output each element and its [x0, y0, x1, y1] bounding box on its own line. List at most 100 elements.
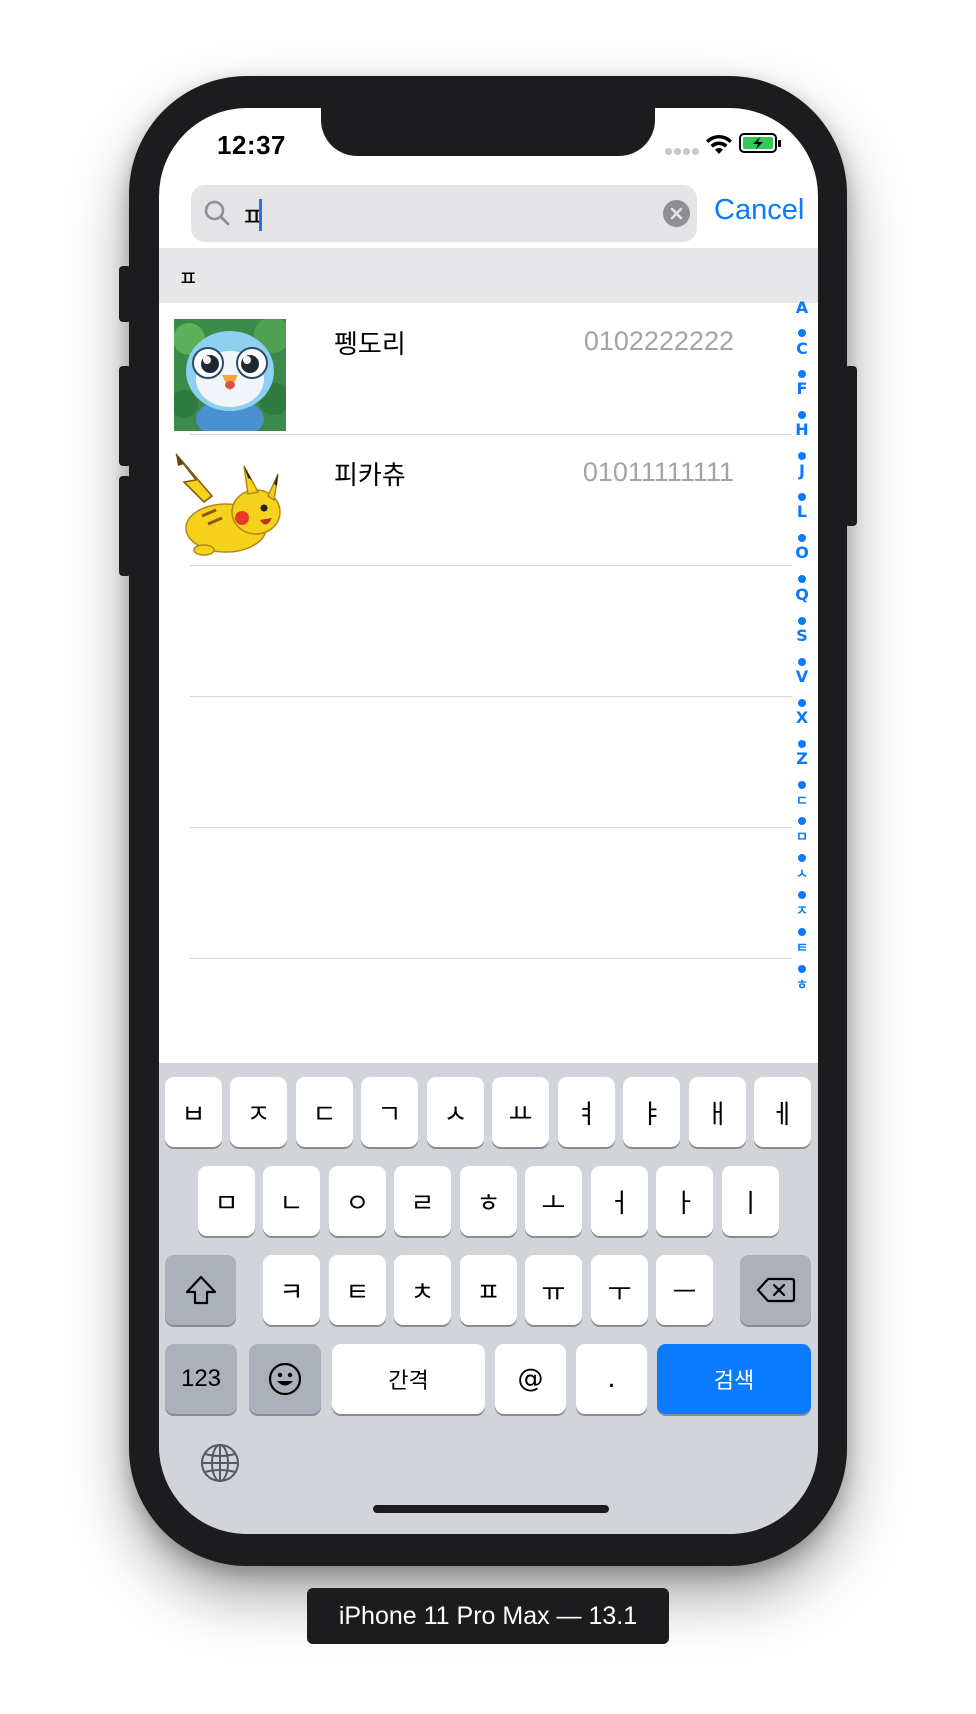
- key[interactable]: ㅈ: [230, 1077, 287, 1147]
- index-letter[interactable]: ㅎ: [791, 974, 813, 993]
- globe-icon[interactable]: [199, 1442, 241, 1484]
- index-dot: [798, 452, 806, 460]
- key[interactable]: ㅎ: [460, 1166, 517, 1236]
- table-row[interactable]: 펭도리 0102222222: [159, 304, 789, 434]
- contact-phone: 01011111111: [582, 457, 734, 487]
- key[interactable]: ㅇ: [329, 1166, 386, 1236]
- contact-name: 펭도리: [334, 330, 406, 360]
- index-letter[interactable]: L: [791, 502, 813, 521]
- signal-icon: [665, 108, 705, 158]
- search-key[interactable]: 검색: [657, 1344, 811, 1414]
- index-letter[interactable]: ㄷ: [791, 790, 813, 809]
- text-caret: [259, 199, 262, 231]
- key[interactable]: ㅏ: [656, 1166, 713, 1236]
- index-dot: [798, 928, 806, 936]
- key[interactable]: ㄷ: [296, 1077, 353, 1147]
- index-letter[interactable]: F: [791, 379, 813, 398]
- index-dot: [798, 781, 806, 789]
- emoji-icon: [268, 1362, 302, 1396]
- index-letter[interactable]: ㅅ: [791, 863, 813, 882]
- index-dot: [798, 658, 806, 666]
- key[interactable]: ㄹ: [394, 1166, 451, 1236]
- battery-icon: [739, 133, 781, 153]
- notch: [321, 108, 655, 156]
- numbers-key[interactable]: 123: [165, 1344, 237, 1414]
- key[interactable]: ㅂ: [165, 1077, 222, 1147]
- index-letter[interactable]: ㅈ: [791, 900, 813, 919]
- key[interactable]: ㅛ: [492, 1077, 549, 1147]
- emoji-key[interactable]: [249, 1344, 321, 1414]
- shift-key[interactable]: [165, 1255, 236, 1325]
- space-key[interactable]: 간격: [332, 1344, 485, 1414]
- key[interactable]: ㅊ: [394, 1255, 451, 1325]
- index-dot: [798, 534, 806, 542]
- home-indicator[interactable]: [373, 1505, 609, 1513]
- key[interactable]: ㄱ: [361, 1077, 418, 1147]
- index-letter[interactable]: H: [791, 420, 813, 439]
- key[interactable]: ㅓ: [591, 1166, 648, 1236]
- key[interactable]: ㅍ: [460, 1255, 517, 1325]
- index-letter[interactable]: X: [791, 708, 813, 727]
- index-dot: [798, 370, 806, 378]
- row-divider: [190, 827, 792, 828]
- key[interactable]: ㅐ: [689, 1077, 746, 1147]
- index-letter[interactable]: J: [791, 461, 813, 480]
- contact-name: 피카츄: [334, 461, 406, 491]
- cancel-button[interactable]: Cancel: [714, 194, 804, 227]
- table-row[interactable]: 피카츄 01011111111: [159, 435, 789, 565]
- section-title: ㅍ: [178, 267, 199, 292]
- row-divider: [190, 958, 792, 959]
- period-key[interactable]: .: [576, 1344, 647, 1414]
- piplup-avatar: [174, 319, 286, 431]
- index-dot: [798, 854, 806, 862]
- index-dot: [798, 740, 806, 748]
- key[interactable]: ㄴ: [263, 1166, 320, 1236]
- index-letter[interactable]: C: [791, 339, 813, 358]
- index-letter[interactable]: S: [791, 626, 813, 645]
- key[interactable]: ㅋ: [263, 1255, 320, 1325]
- section-header: ㅍ: [159, 248, 818, 303]
- device-label: iPhone 11 Pro Max — 13.1: [307, 1588, 669, 1644]
- at-key[interactable]: @: [495, 1344, 566, 1414]
- close-icon: [670, 207, 683, 220]
- key[interactable]: ㅁ: [198, 1166, 255, 1236]
- key[interactable]: ㅗ: [525, 1166, 582, 1236]
- power-button: [845, 366, 857, 526]
- index-dot: [798, 891, 806, 899]
- index-dot: [798, 329, 806, 337]
- key[interactable]: ㅡ: [656, 1255, 713, 1325]
- mute-switch: [119, 266, 131, 322]
- index-letter[interactable]: ㅌ: [791, 937, 813, 956]
- key[interactable]: ㅜ: [591, 1255, 648, 1325]
- index-dot: [798, 411, 806, 419]
- shift-icon: [185, 1275, 216, 1305]
- index-letter[interactable]: Q: [791, 585, 813, 604]
- screen: 12:37 ㅍ Cancel ㅍ 펭도리 0102222222 피카츄 0101…: [159, 108, 818, 1534]
- volume-down-button: [119, 476, 131, 576]
- key[interactable]: ㅔ: [754, 1077, 811, 1147]
- volume-up-button: [119, 366, 131, 466]
- key[interactable]: ㅠ: [525, 1255, 582, 1325]
- search-field[interactable]: ㅍ: [191, 185, 697, 242]
- backspace-icon: [756, 1277, 795, 1303]
- index-dot: [798, 965, 806, 973]
- key[interactable]: ㅣ: [722, 1166, 779, 1236]
- index-letter[interactable]: A: [791, 298, 813, 317]
- index-dot: [798, 699, 806, 707]
- key[interactable]: ㅕ: [558, 1077, 615, 1147]
- index-letter[interactable]: V: [791, 667, 813, 686]
- delete-key[interactable]: [740, 1255, 811, 1325]
- key[interactable]: ㅌ: [329, 1255, 386, 1325]
- row-divider: [190, 696, 792, 697]
- pikachu-avatar: [174, 450, 286, 562]
- key[interactable]: ㅑ: [623, 1077, 680, 1147]
- key[interactable]: ㅅ: [427, 1077, 484, 1147]
- index-letter[interactable]: Z: [791, 749, 813, 768]
- index-dot: [798, 817, 806, 825]
- keyboard: ㅂ ㅈ ㄷ ㄱ ㅅ ㅛ ㅕ ㅑ ㅐ ㅔ ㅁ ㄴ ㅇ ㄹ ㅎ ㅗ ㅓ ㅏ ㅣ ㅋ …: [159, 1063, 818, 1534]
- row-divider: [190, 565, 792, 566]
- index-dot: [798, 575, 806, 583]
- index-letter[interactable]: ㅁ: [791, 826, 813, 845]
- index-letter[interactable]: O: [791, 543, 813, 562]
- clear-text-button[interactable]: [663, 200, 690, 227]
